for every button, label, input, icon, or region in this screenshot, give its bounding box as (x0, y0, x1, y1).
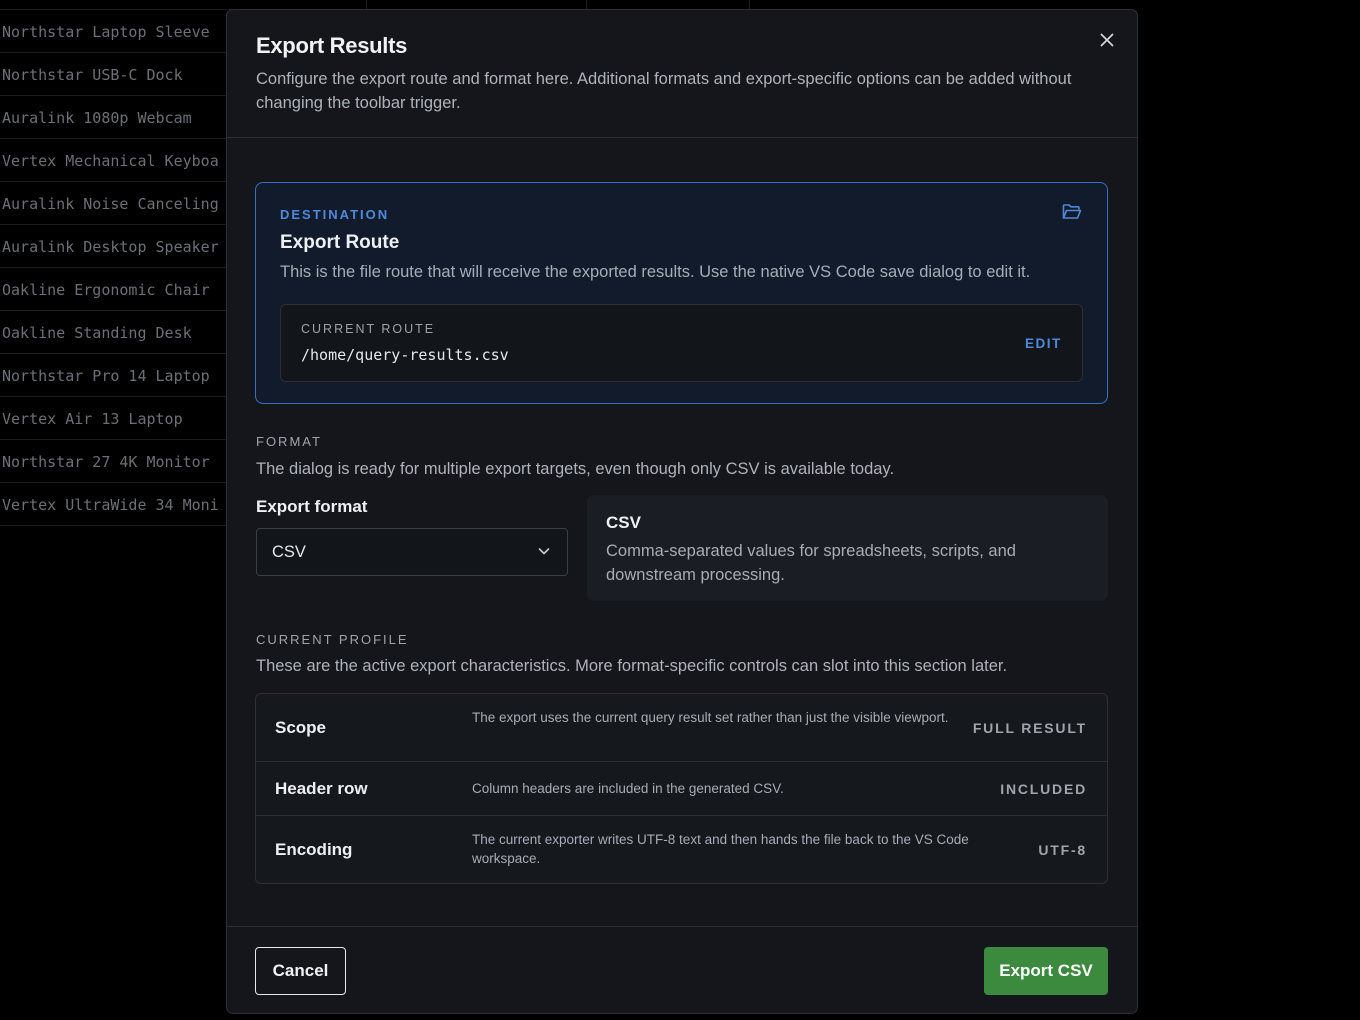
table-row: Northstar USB-C Dock (0, 53, 230, 96)
profile-section-description: These are the active export characterist… (256, 657, 1008, 675)
destination-eyebrow: DESTINATION (280, 207, 390, 222)
format-section-label: FORMAT (256, 434, 322, 449)
export-format-select[interactable]: CSV (256, 528, 568, 576)
format-info-card: CSV Comma-separated values for spreadshe… (587, 495, 1108, 601)
destination-card: DESTINATION Export Route This is the fil… (255, 182, 1108, 404)
table-row: Vertex Mechanical Keyboa (0, 139, 230, 182)
profile-row-name: Encoding (275, 840, 353, 859)
profile-row-name: Header row (275, 779, 368, 798)
dialog-title: Export Results (256, 33, 408, 58)
close-button[interactable] (1093, 26, 1121, 54)
format-section-description: The dialog is ready for multiple export … (256, 460, 895, 478)
folder-open-icon[interactable] (1062, 203, 1084, 223)
chevron-down-icon (538, 548, 550, 555)
profile-row-header-row: Header row Column headers are included i… (256, 762, 1107, 816)
profile-row-scope: Scope The export uses the current query … (256, 694, 1107, 762)
profile-section-label: CURRENT PROFILE (256, 632, 409, 647)
current-route-box: CURRENT ROUTE /home/query-results.csv ED… (280, 304, 1083, 382)
export-csv-button[interactable]: Export CSV (984, 947, 1108, 995)
profile-table: Scope The export uses the current query … (255, 693, 1108, 884)
profile-row-name: Scope (275, 718, 327, 737)
profile-row-value: UTF-8 (1038, 842, 1087, 858)
profile-row-description: The export uses the current query result… (472, 710, 949, 725)
profile-row-description: Column headers are included in the gener… (472, 781, 784, 796)
table-row: Vertex Air 13 Laptop (0, 397, 230, 440)
table-row: Auralink 1080p Webcam (0, 96, 230, 139)
export-results-dialog: Export Results Configure the export rout… (226, 9, 1138, 1014)
edit-route-button[interactable]: EDIT (1025, 336, 1062, 351)
close-icon (1100, 33, 1114, 47)
profile-row-description: The current exporter writes UTF-8 text a… (472, 832, 969, 866)
table-row: Northstar Laptop Sleeve (0, 10, 230, 53)
table-row: Northstar Pro 14 Laptop (0, 354, 230, 397)
profile-row-value: FULL RESULT (972, 720, 1087, 736)
export-format-label: Export format (256, 497, 368, 516)
destination-description: This is the file route that will receive… (280, 263, 1031, 281)
table-row: Auralink Noise Canceling (0, 182, 230, 225)
dialog-header: Export Results Configure the export rout… (227, 10, 1137, 138)
dialog-description: Configure the export route and format he… (256, 70, 1072, 112)
profile-row-encoding: Encoding The current exporter writes UTF… (256, 816, 1107, 883)
destination-title: Export Route (280, 232, 400, 253)
current-route-value: /home/query-results.csv (301, 346, 509, 364)
table-row: Oakline Ergonomic Chair (0, 268, 230, 311)
current-route-label: CURRENT ROUTE (301, 322, 436, 336)
table-row: Oakline Standing Desk (0, 311, 230, 354)
format-info-description: Comma-separated values for spreadsheets,… (606, 542, 1016, 584)
table-row: Northstar 27 4K Monitor (0, 440, 230, 483)
cancel-button[interactable]: Cancel (255, 947, 346, 995)
profile-row-value: INCLUDED (1000, 781, 1087, 797)
table-row: Auralink Desktop Speaker (0, 225, 230, 268)
export-format-selected-value: CSV (272, 543, 306, 561)
format-info-title: CSV (606, 513, 641, 532)
table-row: Vertex UltraWide 34 Moni (0, 483, 230, 526)
dialog-footer: Cancel Export CSV (227, 926, 1137, 1013)
background-table-rows: Northstar Laptop Sleeve Northstar USB-C … (0, 10, 230, 526)
